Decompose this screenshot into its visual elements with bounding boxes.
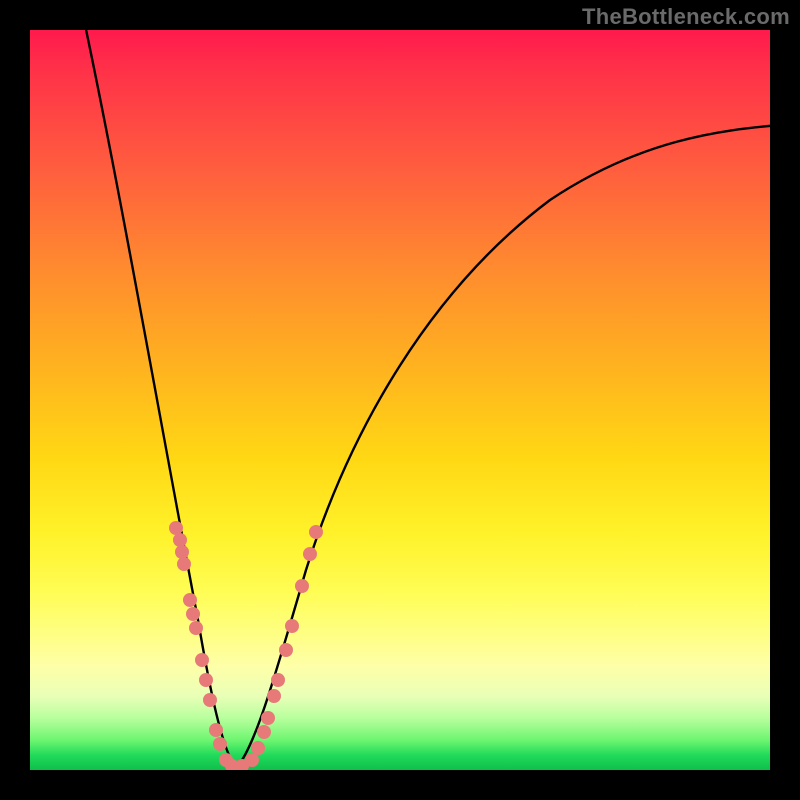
curve-right-branch [236,125,770,768]
highlight-point [177,557,191,571]
highlight-points-group [169,521,323,770]
highlight-point [309,525,323,539]
highlight-point [251,741,265,755]
curve-left-branch [84,30,236,768]
highlight-point [213,737,227,751]
highlight-point [271,673,285,687]
highlight-point [186,607,200,621]
highlight-point [173,533,187,547]
highlight-point [267,689,281,703]
highlight-point [195,653,209,667]
watermark-text: TheBottleneck.com [582,4,790,30]
highlight-point [279,643,293,657]
highlight-point [245,753,259,767]
highlight-point [209,723,223,737]
chart-frame: TheBottleneck.com [0,0,800,800]
highlight-point [175,545,189,559]
highlight-point [295,579,309,593]
highlight-point [189,621,203,635]
highlight-point [261,711,275,725]
highlight-point [169,521,183,535]
highlight-point [257,725,271,739]
highlight-point [199,673,213,687]
highlight-point [285,619,299,633]
highlight-point [183,593,197,607]
plot-area [30,30,770,770]
highlight-point [203,693,217,707]
curve-svg [30,30,770,770]
highlight-point [303,547,317,561]
